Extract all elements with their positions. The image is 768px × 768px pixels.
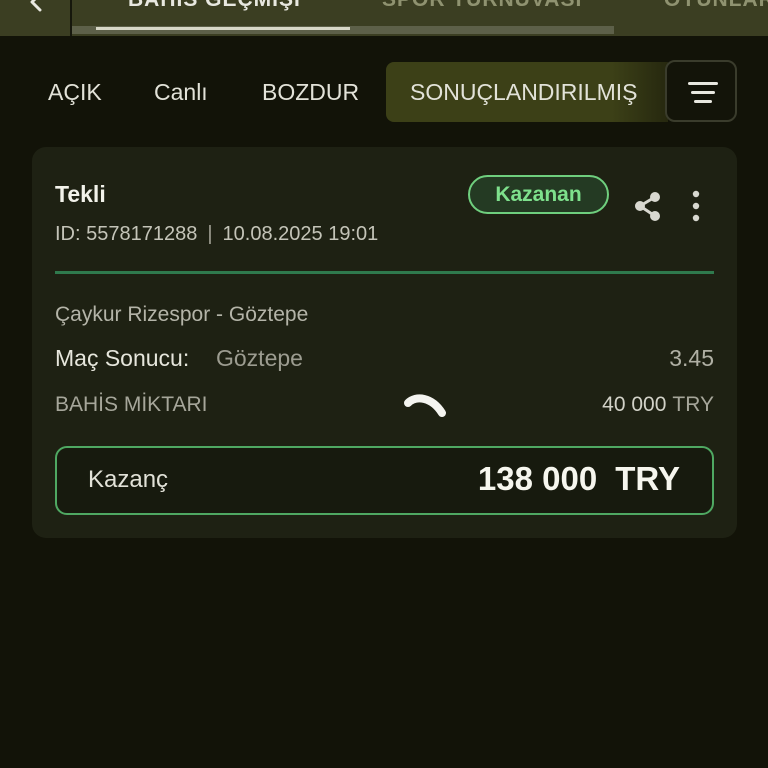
loading-spinner-icon [404,394,446,417]
filter-tabs: AÇIK Canlı BOZDUR SONUÇLANDIRILMIŞ [0,58,768,126]
bet-id: ID: 5578171288 [55,223,198,245]
bet-meta: ID: 5578171288 | 10.08.2025 19:01 [55,223,378,246]
market-row: Maç Sonucu: Göztepe 3.45 [55,345,714,375]
card-divider [55,271,714,274]
tab-games[interactable]: OYUNLAR [664,0,768,18]
filter-tab-settled[interactable]: SONUÇLANDIRILMIŞ [386,62,668,122]
back-button[interactable] [0,0,72,36]
share-icon[interactable] [632,191,664,223]
bet-type: Tekli [55,181,106,207]
filter-tab-live[interactable]: Canlı [154,62,208,122]
market-label: Maç Sonucu: [55,345,190,371]
more-vertical-icon[interactable] [690,189,702,225]
active-tab-indicator [96,27,350,30]
winnings-label: Kazanç [88,466,169,493]
stake-value: 40 000 TRY [602,393,714,417]
match-name: Çaykur Rizespor - Göztepe [55,303,309,326]
bet-card[interactable]: Tekli Kazanan ID: 5578171288 | 10.08.2025 … [32,147,737,538]
stake-label: BAHİS MİKTARI [55,393,208,416]
status-badge: Kazanan [468,175,609,214]
winnings-value: 138 000 TRY [478,460,680,498]
chevron-left-icon [30,0,42,12]
tab-sport-tournament[interactable]: SPOR TURNUVASI [382,0,582,18]
winnings-box: Kazanç 138 000 TRY [55,446,714,515]
tab-bet-history[interactable]: BAHİS GEÇMİŞİ [128,0,301,18]
stake-currency: TRY [672,393,714,416]
filter-tab-cashout[interactable]: BOZDUR [262,62,359,122]
stake-row: BAHİS MİKTARI 40 000 TRY [55,393,714,423]
winnings-amount: 138 000 [477,460,598,497]
winnings-currency: TRY [615,460,680,497]
bet-history-screen: BAHİS GEÇMİŞİ SPOR TURNUVASI OYUNLAR AÇI… [0,0,768,768]
top-tab-bar: BAHİS GEÇMİŞİ SPOR TURNUVASI OYUNLAR [0,0,768,36]
odds-value: 3.45 [669,345,714,371]
filter-button[interactable] [665,60,737,122]
stake-amount: 40 000 [602,393,667,416]
filter-tab-open[interactable]: AÇIK [48,62,102,122]
market-pick: Göztepe [216,345,303,371]
meta-separator: | [207,223,213,245]
bet-date: 10.08.2025 19:01 [222,223,379,245]
